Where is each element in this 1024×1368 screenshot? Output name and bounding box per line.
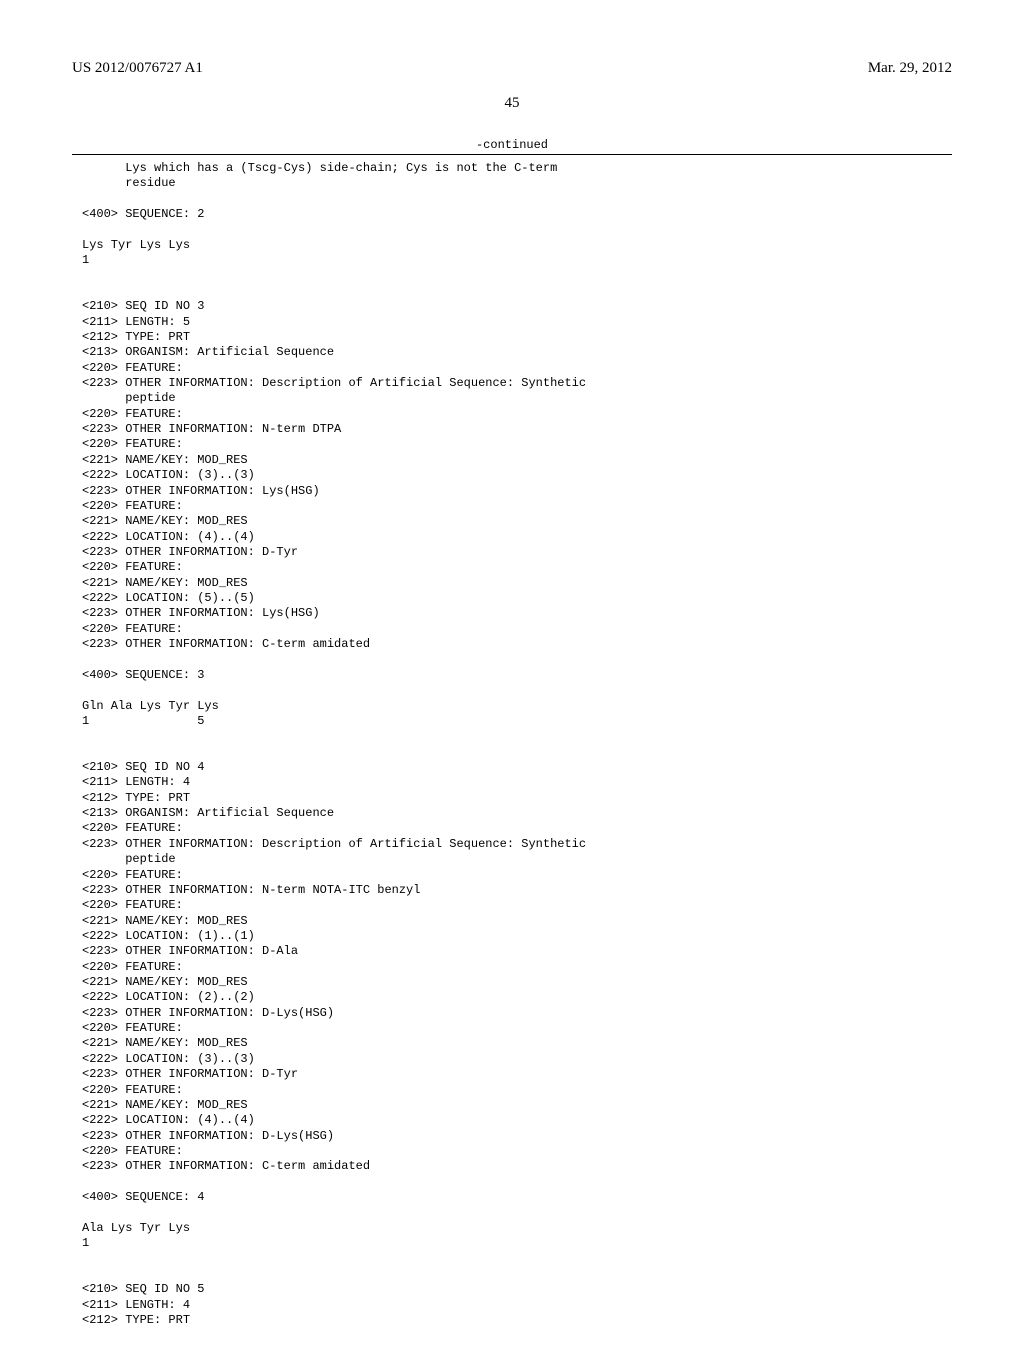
publication-date: Mar. 29, 2012 [868, 60, 952, 77]
page-header: US 2012/0076727 A1 Mar. 29, 2012 [72, 60, 952, 77]
publication-number: US 2012/0076727 A1 [72, 60, 203, 77]
continued-label: -continued [72, 138, 952, 152]
top-rule [72, 154, 952, 155]
page-container: US 2012/0076727 A1 Mar. 29, 2012 45 -con… [0, 0, 1024, 1368]
page-number: 45 [72, 95, 952, 112]
sequence-listing: Lys which has a (Tscg-Cys) side-chain; C… [82, 161, 952, 1328]
